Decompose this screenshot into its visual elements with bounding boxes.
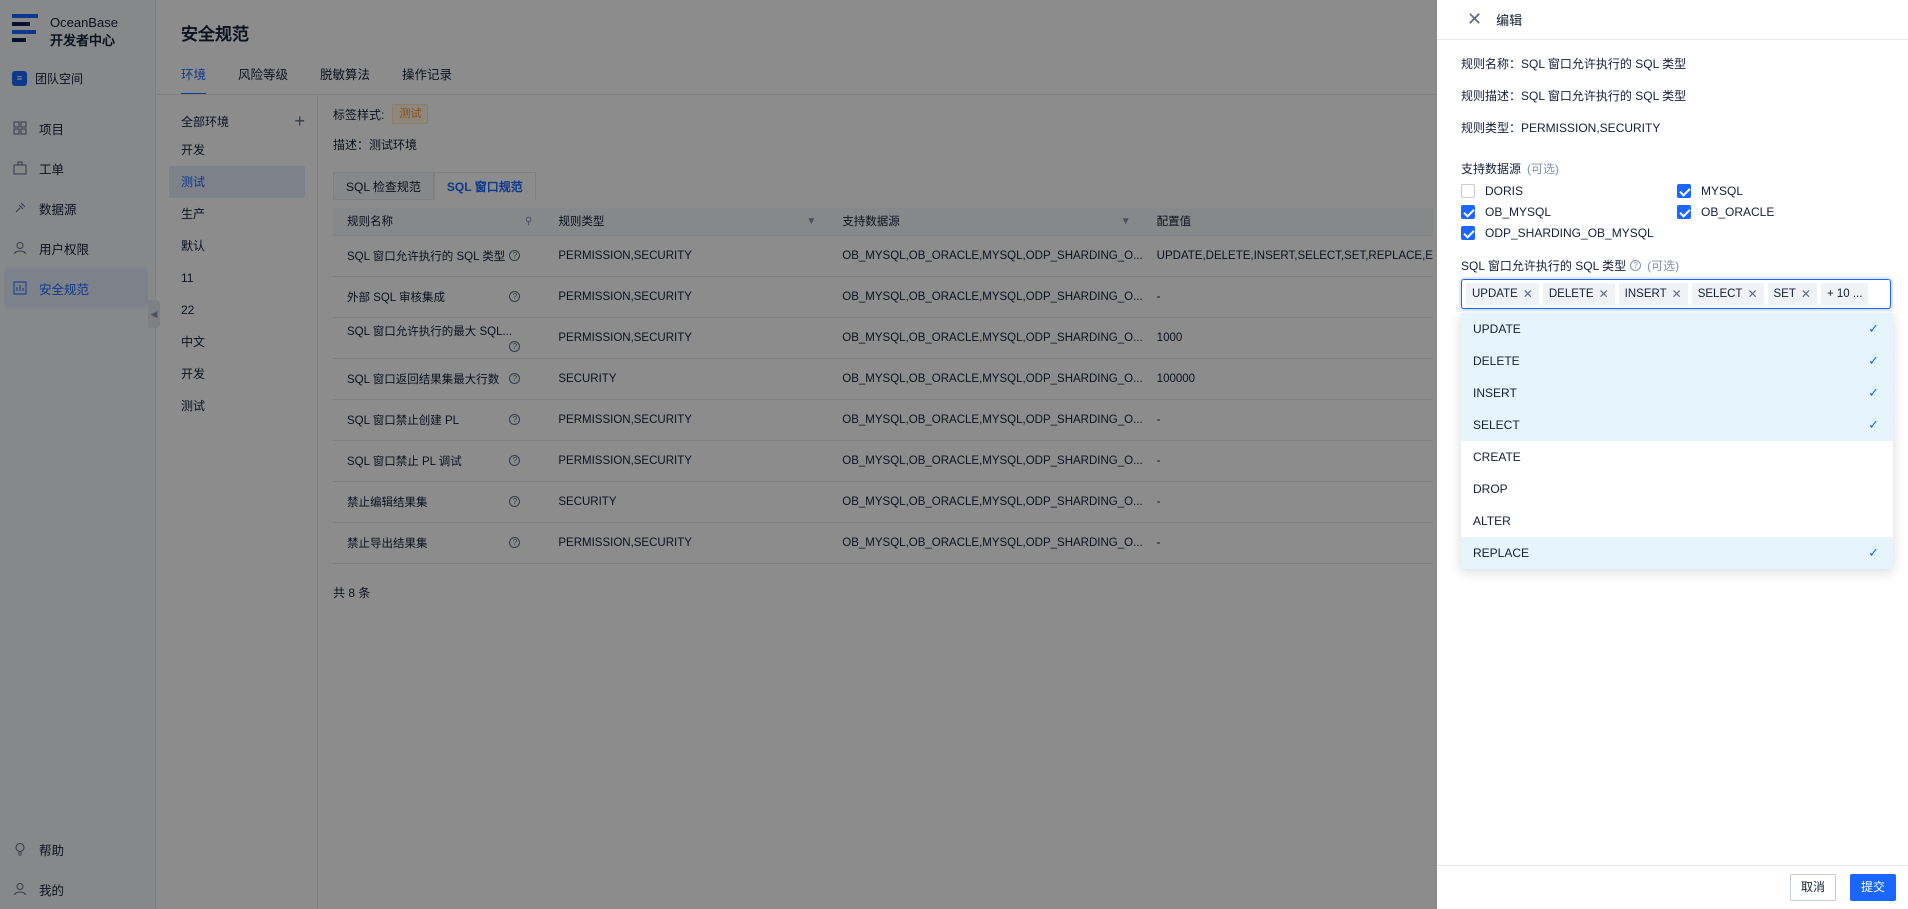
- remove-icon[interactable]: ✕: [1523, 283, 1533, 305]
- check-icon: ✓: [1868, 545, 1879, 560]
- check-icon: ✓: [1868, 321, 1879, 336]
- modal-mask[interactable]: [0, 0, 1437, 909]
- option-delete[interactable]: DELETE ✓: [1461, 345, 1893, 377]
- sql-type-label: SQL 窗口允许执行的 SQL 类型 ? (可选): [1461, 258, 1680, 273]
- sql-type-dropdown: UPDATE ✓ DELETE ✓ INSERT ✓ SELECT ✓ CREATE D…: [1461, 313, 1893, 569]
- close-icon[interactable]: ✕: [1467, 9, 1482, 30]
- checkbox-ob-mysql[interactable]: OB_MYSQL: [1461, 203, 1677, 220]
- cancel-button[interactable]: 取消: [1790, 874, 1837, 901]
- checkbox-odp-sharding[interactable]: ODP_SHARDING_OB_MYSQL: [1461, 224, 1677, 241]
- selected-chip: DELETE ✕: [1542, 283, 1615, 305]
- remove-icon[interactable]: ✕: [1747, 283, 1757, 305]
- check-icon: ✓: [1868, 385, 1879, 400]
- option-drop[interactable]: DROP: [1461, 473, 1893, 505]
- remove-icon[interactable]: ✕: [1599, 283, 1609, 305]
- checkbox[interactable]: [1677, 204, 1691, 219]
- check-icon: ✓: [1868, 353, 1879, 368]
- more-chip[interactable]: + 10 ...: [1820, 283, 1869, 305]
- datasource-checkboxes: DORIS MYSQL OB_MYSQL OB_ORACLE ODP_SHARD…: [1461, 182, 1908, 241]
- rule-name-info: 规则名称：SQL 窗口允许执行的 SQL 类型: [1461, 57, 1687, 71]
- checkbox[interactable]: [1677, 183, 1691, 198]
- selected-chip: UPDATE ✕: [1466, 283, 1539, 305]
- checkbox-ob-oracle[interactable]: OB_ORACLE: [1677, 203, 1877, 220]
- help-icon[interactable]: ?: [1630, 259, 1642, 271]
- checkbox-doris[interactable]: DORIS: [1461, 182, 1677, 199]
- option-select[interactable]: SELECT ✓: [1461, 409, 1893, 441]
- option-update[interactable]: UPDATE ✓: [1461, 313, 1893, 345]
- option-insert[interactable]: INSERT ✓: [1461, 377, 1893, 409]
- submit-button[interactable]: 提交: [1850, 874, 1897, 901]
- remove-icon[interactable]: ✕: [1672, 283, 1682, 305]
- checkbox[interactable]: [1461, 225, 1475, 240]
- remove-icon[interactable]: ✕: [1801, 283, 1811, 305]
- datasource-label: 支持数据源 (可选): [1461, 162, 1560, 176]
- option-create[interactable]: CREATE: [1461, 441, 1893, 473]
- rule-type-info: 规则类型：PERMISSION,SECURITY: [1461, 121, 1661, 135]
- option-alter[interactable]: ALTER: [1461, 505, 1893, 537]
- selected-chip: INSERT ✕: [1618, 283, 1688, 305]
- check-icon: ✓: [1868, 417, 1879, 432]
- drawer-footer: 取消 提交: [1437, 865, 1908, 909]
- selected-chip: SELECT ✕: [1691, 283, 1764, 305]
- sql-type-multiselect[interactable]: UPDATE ✕ DELETE ✕ INSERT ✕ SELECT ✕ SET ✕ + 1…: [1461, 279, 1891, 309]
- checkbox-mysql[interactable]: MYSQL: [1677, 182, 1877, 199]
- selected-chip: SET ✕: [1767, 283, 1817, 305]
- rule-desc-info: 规则描述：SQL 窗口允许执行的 SQL 类型: [1461, 89, 1687, 103]
- checkbox[interactable]: [1461, 204, 1475, 219]
- checkbox[interactable]: [1461, 183, 1475, 198]
- option-replace[interactable]: REPLACE ✓: [1461, 537, 1893, 569]
- drawer-title: 编辑: [1496, 13, 1523, 28]
